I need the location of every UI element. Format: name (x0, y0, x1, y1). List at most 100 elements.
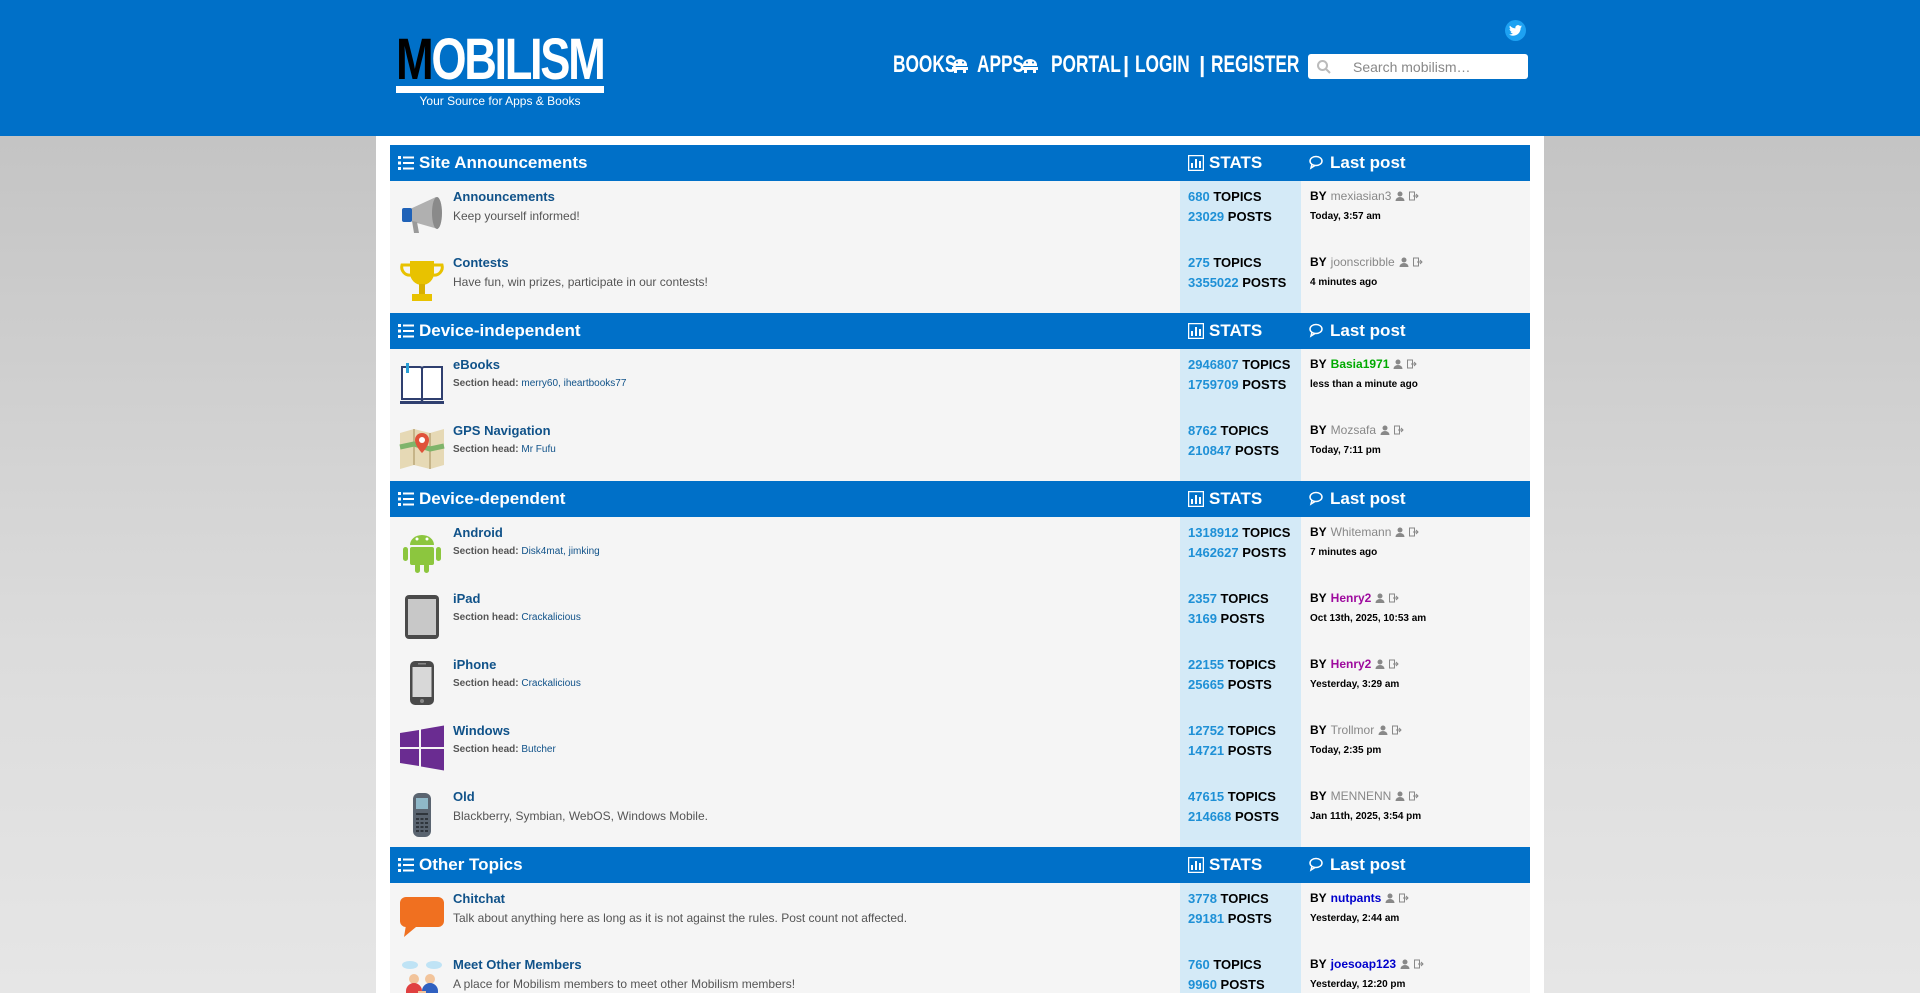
goto-post-icon[interactable] (1407, 359, 1418, 369)
forum-title-link[interactable]: iPad (453, 591, 480, 606)
goto-post-icon[interactable] (1389, 659, 1400, 669)
last-post-time: Today, 2:35 pm (1310, 745, 1382, 756)
goto-post-icon[interactable] (1392, 725, 1402, 735)
category-header: Site Announcements STATS Last post (390, 145, 1530, 181)
posts-count: 3355022 POSTS (1188, 275, 1287, 290)
forum-row: Chitchat Talk about anything here as lon… (390, 883, 1530, 949)
goto-post-icon[interactable] (1409, 791, 1420, 801)
username-link[interactable]: joesoap123 (1331, 957, 1396, 971)
comments-icon (1309, 323, 1323, 338)
nav-portal[interactable]: PORTAL (1051, 50, 1121, 80)
category-header: Other Topics STATS Last post (390, 847, 1530, 883)
goto-post-icon[interactable] (1414, 959, 1424, 969)
topics-count: 2946807 TOPICS (1188, 357, 1291, 372)
goto-post-icon[interactable] (1409, 527, 1420, 537)
last-post-author: BY mexiasian3 (1310, 189, 1420, 203)
user-icon[interactable] (1399, 257, 1409, 267)
goto-post-icon[interactable] (1399, 893, 1410, 903)
forum-title-link[interactable]: Announcements (453, 189, 555, 204)
list-icon (398, 858, 414, 872)
user-icon[interactable] (1380, 425, 1390, 435)
topics-count: 760 TOPICS (1188, 957, 1262, 972)
list-icon (398, 492, 414, 506)
last-post-author: BY Henry2 (1310, 591, 1400, 605)
search-input[interactable] (1338, 56, 1523, 77)
book-icon (400, 363, 444, 404)
section-heads: Section head: Crackalicious (453, 612, 581, 623)
chat-bubble-icon (400, 897, 444, 937)
user-icon[interactable] (1395, 191, 1405, 201)
nav-login[interactable]: LOGIN (1135, 50, 1193, 80)
nav-register-link[interactable]: REGISTER (1211, 50, 1299, 80)
goto-post-icon[interactable] (1394, 425, 1404, 435)
goto-post-icon[interactable] (1409, 191, 1420, 201)
forum-title-link[interactable]: Old (453, 789, 475, 804)
moderator-link[interactable]: Crackalicious (521, 678, 580, 689)
main-nav: BOOKS APPS PORTAL | LOGIN | REGISTER (893, 50, 1301, 80)
nav-apps-link[interactable]: APPS (977, 50, 1024, 80)
site-logo[interactable]: MOBILISM Your Source for Apps & Books (396, 30, 606, 110)
forum-title-link[interactable]: Meet Other Members (453, 957, 582, 972)
section-heads: Section head: Mr Fufu (453, 444, 556, 455)
category-title[interactable]: Other Topics (398, 847, 523, 883)
moderator-link[interactable]: Mr Fufu (521, 444, 555, 455)
nav-portal-link[interactable]: PORTAL (1051, 50, 1121, 80)
forum-title-link[interactable]: Chitchat (453, 891, 505, 906)
username-link[interactable]: Basia1971 (1331, 357, 1390, 371)
posts-count: 25665 POSTS (1188, 677, 1272, 692)
map-icon (399, 429, 445, 469)
username-link[interactable]: Trollmor (1331, 723, 1375, 737)
category-title[interactable]: Device-independent (398, 313, 581, 349)
forum-title-link[interactable]: iPhone (453, 657, 496, 672)
goto-post-icon[interactable] (1389, 593, 1400, 603)
category-title[interactable]: Site Announcements (398, 145, 587, 181)
megaphone-icon (402, 197, 442, 233)
user-icon[interactable] (1395, 791, 1405, 801)
search-icon[interactable] (1316, 59, 1332, 75)
forum-title-link[interactable]: GPS Navigation (453, 423, 551, 438)
user-icon[interactable] (1400, 959, 1410, 969)
forum-title-link[interactable]: Android (453, 525, 503, 540)
user-icon[interactable] (1395, 527, 1405, 537)
last-post-time: Today, 7:11 pm (1310, 445, 1381, 456)
comments-icon (1309, 857, 1323, 872)
last-post-author: BY joesoap123 (1310, 957, 1424, 971)
twitter-icon[interactable] (1505, 20, 1526, 41)
forum-row: Windows Section head: Butcher 12752 TOPI… (390, 715, 1530, 781)
forum-title-link[interactable]: eBooks (453, 357, 500, 372)
forum-title-link[interactable]: Contests (453, 255, 509, 270)
last-post-author: BY joonscribble (1310, 255, 1423, 269)
moderator-link[interactable]: Disk4mat, jimking (521, 546, 599, 557)
moderator-link[interactable]: Butcher (521, 744, 555, 755)
username-link[interactable]: mexiasian3 (1331, 189, 1392, 203)
moderator-link[interactable]: merry60, iheartbooks77 (521, 378, 626, 389)
forum-title-link[interactable]: Windows (453, 723, 510, 738)
category-site-announcements: Site Announcements STATS Last post Annou… (390, 145, 1530, 313)
username-link[interactable]: Henry2 (1331, 591, 1372, 605)
posts-count: 14721 POSTS (1188, 743, 1272, 758)
nav-login-link[interactable]: LOGIN (1135, 50, 1190, 80)
moderator-link[interactable]: Crackalicious (521, 612, 580, 623)
username-link[interactable]: MENNENN (1331, 789, 1392, 803)
last-post-header: Last post (1309, 145, 1406, 181)
username-link[interactable]: Whitemann (1331, 525, 1392, 539)
nav-books-link[interactable]: BOOKS (893, 50, 956, 80)
nav-register[interactable]: REGISTER (1211, 50, 1301, 80)
user-icon[interactable] (1393, 359, 1403, 369)
goto-post-icon[interactable] (1412, 257, 1423, 267)
category-title[interactable]: Device-dependent (398, 481, 565, 517)
username-link[interactable]: nutpants (1331, 891, 1382, 905)
username-link[interactable]: Mozsafa (1331, 423, 1376, 437)
search-box (1308, 54, 1528, 79)
username-link[interactable]: Henry2 (1331, 657, 1372, 671)
list-icon (398, 156, 414, 170)
username-link[interactable]: joonscribble (1331, 255, 1395, 269)
user-icon[interactable] (1378, 725, 1388, 735)
posts-count: 9960 POSTS (1188, 977, 1265, 992)
last-post-author: BY Whitemann (1310, 525, 1420, 539)
user-icon[interactable] (1375, 593, 1385, 603)
user-icon[interactable] (1375, 659, 1385, 669)
user-icon[interactable] (1385, 893, 1395, 903)
forum-description: Have fun, win prizes, participate in our… (453, 275, 708, 289)
members-icon (402, 961, 442, 993)
